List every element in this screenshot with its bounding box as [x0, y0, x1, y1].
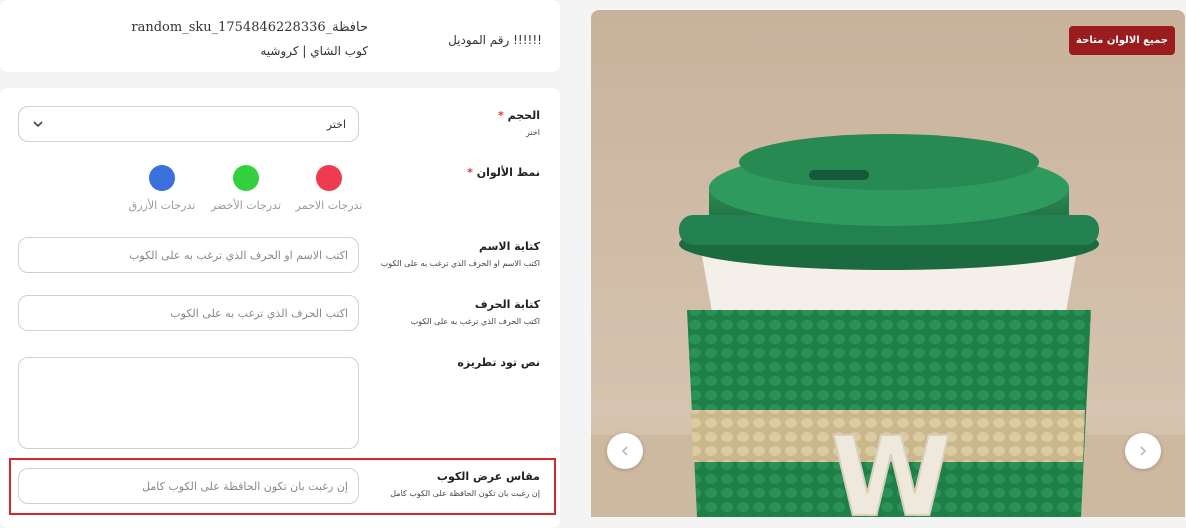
product-name: كوب الشاي | كروشيه — [260, 44, 368, 58]
image-letter: W — [830, 413, 951, 517]
size-select[interactable]: اختر — [18, 106, 359, 142]
color-pattern-label-group: نمط الألوان * — [380, 166, 540, 179]
color-option-green[interactable]: تدرجات الأخضر — [201, 165, 291, 212]
required-mark: * — [498, 109, 504, 122]
name-writing-input[interactable]: اكتب الاسم او الحرف الذي ترغب به على الك… — [18, 237, 359, 273]
letter-writing-placeholder: اكتب الحرف الذي ترغب به على الكوب — [170, 307, 348, 320]
name-writing-label: كتابة الاسم — [478, 240, 540, 253]
embroidery-text-area[interactable] — [18, 357, 359, 449]
size-label-group: الحجم * اختر — [380, 109, 540, 137]
color-option-blue[interactable]: تدرجات الأزرق — [117, 165, 207, 212]
model-number-label: !!!!!! رقم الموديل — [448, 33, 542, 47]
letter-writing-hint: اكتب الحرف الذي ترغب به على الكوب — [410, 317, 540, 326]
chevron-down-icon — [33, 121, 43, 128]
product-photo: W — [591, 10, 1185, 517]
name-writing-label-group: كتابة الاسم اكتب الاسم او الحرف الذي ترغ… — [380, 240, 540, 268]
size-select-value: اختر — [326, 118, 346, 131]
color-pattern-label: نمط الألوان — [476, 166, 540, 179]
product-image-gallery: W جميع الالوان متاحة — [591, 10, 1185, 517]
colors-available-badge: جميع الالوان متاحة — [1069, 26, 1175, 55]
color-option-red[interactable]: تدرجات الاحمر — [284, 165, 374, 212]
name-writing-hint: اكتب الاسم او الحرف الذي ترغب به على الك… — [380, 259, 540, 268]
color-option-label: تدرجات الاحمر — [295, 199, 363, 212]
green-swatch — [233, 165, 259, 191]
product-options-column: !!!!!! رقم الموديل حافظة_random_sku_1754… — [0, 0, 560, 528]
chevron-left-icon — [621, 446, 628, 456]
letter-writing-label: كتابة الحرف — [474, 298, 540, 311]
product-sku: حافظة_random_sku_1754846228336 — [131, 20, 368, 35]
size-label: الحجم — [507, 109, 540, 122]
product-info-card: !!!!!! رقم الموديل حافظة_random_sku_1754… — [0, 0, 560, 72]
embroidery-text-label: نص تود تطريزه — [457, 356, 540, 369]
gallery-next-button[interactable] — [1125, 433, 1161, 469]
red-swatch — [316, 165, 342, 191]
embroidery-text-label-group: نص تود تطريزه — [380, 356, 540, 369]
blue-swatch — [149, 165, 175, 191]
required-mark: * — [467, 166, 473, 179]
color-option-label: تدرجات الأخضر — [211, 199, 281, 212]
highlight-box — [9, 458, 556, 515]
color-option-label: تدرجات الأزرق — [128, 199, 196, 212]
gallery-prev-button[interactable] — [607, 433, 643, 469]
name-writing-placeholder: اكتب الاسم او الحرف الذي ترغب به على الك… — [129, 249, 348, 262]
size-hint: اختر — [526, 128, 540, 137]
chevron-right-icon — [1140, 446, 1147, 456]
letter-writing-input[interactable]: اكتب الحرف الذي ترغب به على الكوب — [18, 295, 359, 331]
letter-writing-label-group: كتابة الحرف اكتب الحرف الذي ترغب به على … — [380, 298, 540, 326]
